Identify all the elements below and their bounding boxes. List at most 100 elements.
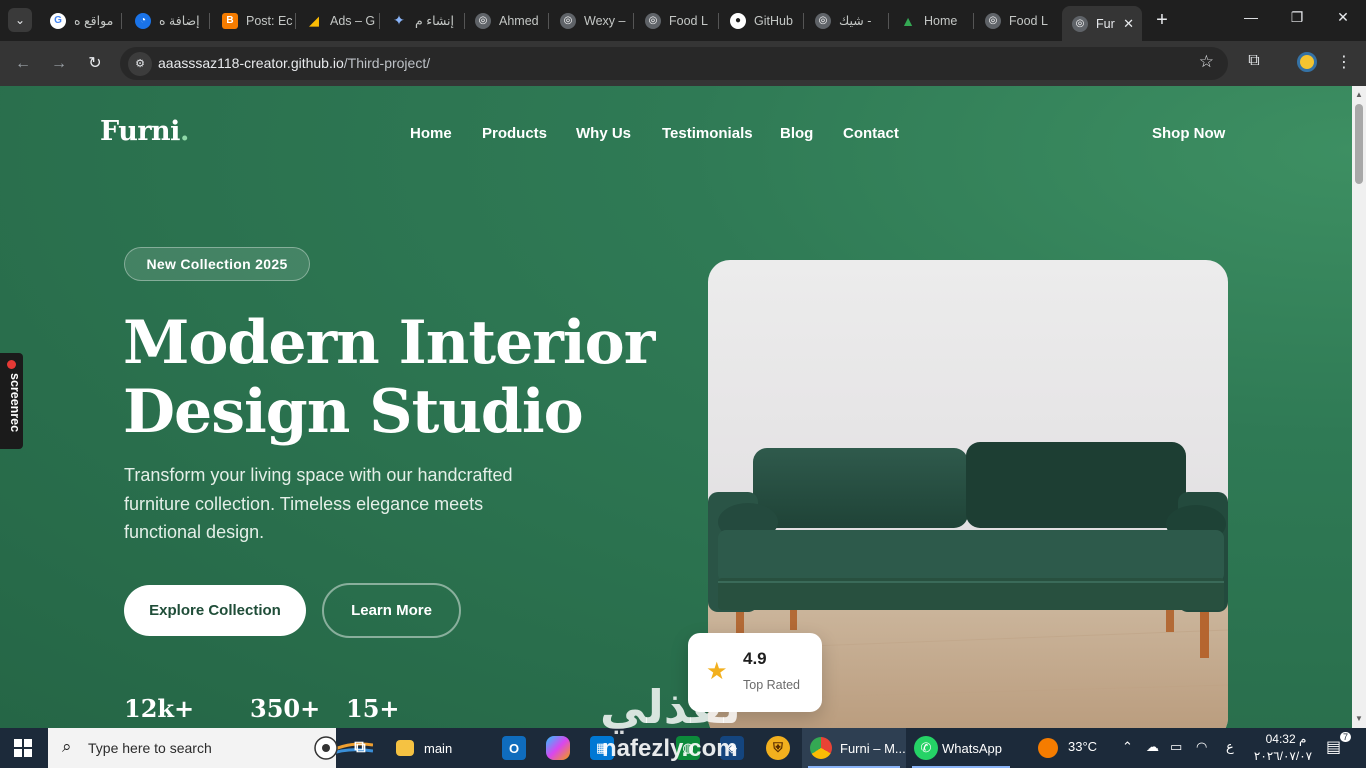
copilot-icon[interactable] (546, 736, 570, 760)
outlook-icon[interactable]: O (502, 736, 526, 760)
reload-button[interactable]: ↻ (83, 52, 107, 76)
puzzle-icon: ⧉ (1248, 52, 1260, 69)
close-window-button[interactable]: ✕ (1328, 9, 1358, 26)
site-info-button[interactable]: ⚙ (128, 52, 152, 76)
weather-icon (1038, 738, 1058, 758)
tab-title: GitHub (754, 13, 793, 28)
profile-avatar[interactable] (1297, 52, 1317, 72)
bookmark-button[interactable]: ☆ (1199, 52, 1214, 72)
logo-dot: . (179, 116, 189, 147)
github-icon: ● (730, 12, 746, 29)
tab-active[interactable]: ◎ Fur ✕ (1062, 6, 1142, 41)
watermark-arabic: نفذلي (600, 681, 741, 733)
clock-time[interactable]: 04:32 م (1258, 732, 1314, 746)
tab-0[interactable]: G مواقع ه (40, 6, 122, 35)
globe-icon: ◎ (815, 12, 831, 29)
cloud-icon[interactable]: ☁ (1146, 739, 1159, 755)
globe-icon: ◎ (475, 12, 491, 29)
learn-more-button[interactable]: Learn More (322, 583, 461, 638)
tab-title: شيك - (839, 14, 872, 28)
tab-strip: ⌄ G مواقع ه ◔ إضافة ه B Post: Ec ◢ Ads –… (0, 0, 1366, 41)
screenrec-label: screenrec (8, 373, 22, 433)
tab-5[interactable]: ◎ Ahmed (465, 6, 549, 35)
chrome-icon (810, 737, 832, 759)
more-vertical-icon: ⋮ (1336, 54, 1352, 71)
url-text[interactable]: aaasssaz118-creator.github.io/Third-proj… (158, 55, 430, 71)
gemini-icon: ✦ (393, 12, 405, 28)
globe-icon: ◎ (645, 12, 661, 29)
tab-1[interactable]: ◔ إضافة ه (125, 6, 210, 35)
globe-icon: ◎ (560, 12, 576, 29)
chevron-up-icon[interactable]: ⌃ (1122, 739, 1133, 755)
collection-badge: New Collection 2025 (124, 247, 310, 281)
weather-temp[interactable]: 33°C (1068, 739, 1097, 754)
nav-why-us[interactable]: Why Us (576, 125, 631, 142)
page-viewport: Furni. Home Products Why Us Testimonials… (0, 86, 1352, 728)
nav-testimonials[interactable]: Testimonials (662, 125, 753, 142)
screenrec-widget[interactable]: screenrec (0, 353, 23, 449)
arrow-left-icon: ← (15, 55, 31, 72)
clock-date[interactable]: ٢٠٢٦/٠٧/٠٧ (1250, 749, 1316, 763)
taskbar-app-whatsapp[interactable]: ✆ WhatsApp (906, 728, 1016, 768)
scroll-down-icon[interactable]: ▼ (1352, 714, 1366, 723)
hero-headline-line-2: Design Studio (123, 377, 584, 447)
tab-title: Post: Ec (246, 13, 293, 28)
task-view-icon[interactable]: ⧉ (348, 736, 372, 760)
watermark-latin: nafezly.com (602, 735, 738, 762)
menu-button[interactable]: ⋮ (1332, 52, 1356, 72)
tab-2[interactable]: B Post: Ec (212, 6, 296, 35)
wifi-icon[interactable]: ◠ (1196, 739, 1207, 755)
back-button[interactable]: ← (11, 52, 35, 76)
notification-icon[interactable]: ▤ (1326, 737, 1341, 757)
nafezly-watermark: نفذلي nafezly.com (600, 680, 770, 768)
scroll-thumb[interactable] (1355, 104, 1363, 184)
globe-icon: ◎ (985, 12, 1001, 29)
stat-years: 15+ (346, 694, 400, 723)
tab-search-button[interactable]: ⌄ (8, 8, 32, 32)
taskbar-app-explorer[interactable]: main (388, 728, 490, 768)
folder-icon (396, 740, 414, 756)
tab-3[interactable]: ◢ Ads – G (296, 6, 380, 35)
address-bar[interactable]: ⚙ aaasssaz118-creator.github.io/Third-pr… (120, 47, 1228, 80)
tab-8[interactable]: ● GitHub (720, 6, 804, 35)
new-tab-button[interactable]: + (1152, 9, 1172, 31)
windows-start-button[interactable] (14, 739, 32, 757)
close-icon[interactable]: ✕ (1123, 16, 1134, 32)
tune-icon: ⚙ (135, 58, 145, 70)
rating-value: 4.9 (743, 649, 767, 668)
explore-collection-button[interactable]: Explore Collection (124, 585, 306, 636)
taskbar-app-chrome[interactable]: Furni – M... (802, 728, 906, 768)
site-logo[interactable]: Furni. (100, 116, 189, 147)
nav-blog[interactable]: Blog (780, 125, 813, 142)
google-icon: G (50, 12, 66, 29)
tab-title: Wexy – (584, 13, 626, 28)
app-label: main (424, 740, 453, 756)
nav-home[interactable]: Home (410, 125, 452, 142)
url-path: /Third-project/ (343, 55, 431, 71)
tab-title: Home (924, 13, 958, 28)
search-placeholder: Type here to search (88, 740, 212, 756)
nav-contact[interactable]: Contact (843, 125, 899, 142)
extensions-button[interactable]: ⧉ (1242, 52, 1266, 70)
tab-title: Ahmed (499, 13, 539, 28)
tab-4[interactable]: ✦ إنشاء م (381, 6, 465, 35)
forward-button[interactable]: → (47, 52, 71, 76)
tab-6[interactable]: ◎ Wexy – (550, 6, 634, 35)
language-indicator[interactable]: ع (1226, 739, 1234, 755)
nav-products[interactable]: Products (482, 125, 547, 142)
tab-title: Ads – G (330, 13, 376, 28)
restore-button[interactable]: ❐ (1282, 9, 1312, 26)
tab-11[interactable]: ◎ Food L (975, 6, 1059, 35)
star-icon: ☆ (1198, 52, 1214, 71)
tab-10[interactable]: ▲ Home (890, 6, 974, 35)
tab-title: إضافة ه (159, 14, 200, 28)
scroll-up-icon[interactable]: ▲ (1352, 90, 1366, 99)
shop-now-link[interactable]: Shop Now (1152, 125, 1225, 142)
taskbar-search[interactable]: ⌕ Type here to search (48, 728, 373, 768)
minimize-button[interactable]: — (1236, 9, 1266, 25)
tab-7[interactable]: ◎ Food L (635, 6, 719, 35)
tab-9[interactable]: ◎ شيك - (805, 6, 889, 35)
battery-icon[interactable]: ▭ (1170, 739, 1182, 755)
hero-subtitle: Transform your living space with our han… (124, 465, 513, 542)
page-scrollbar[interactable]: ▲ ▼ (1352, 86, 1366, 728)
